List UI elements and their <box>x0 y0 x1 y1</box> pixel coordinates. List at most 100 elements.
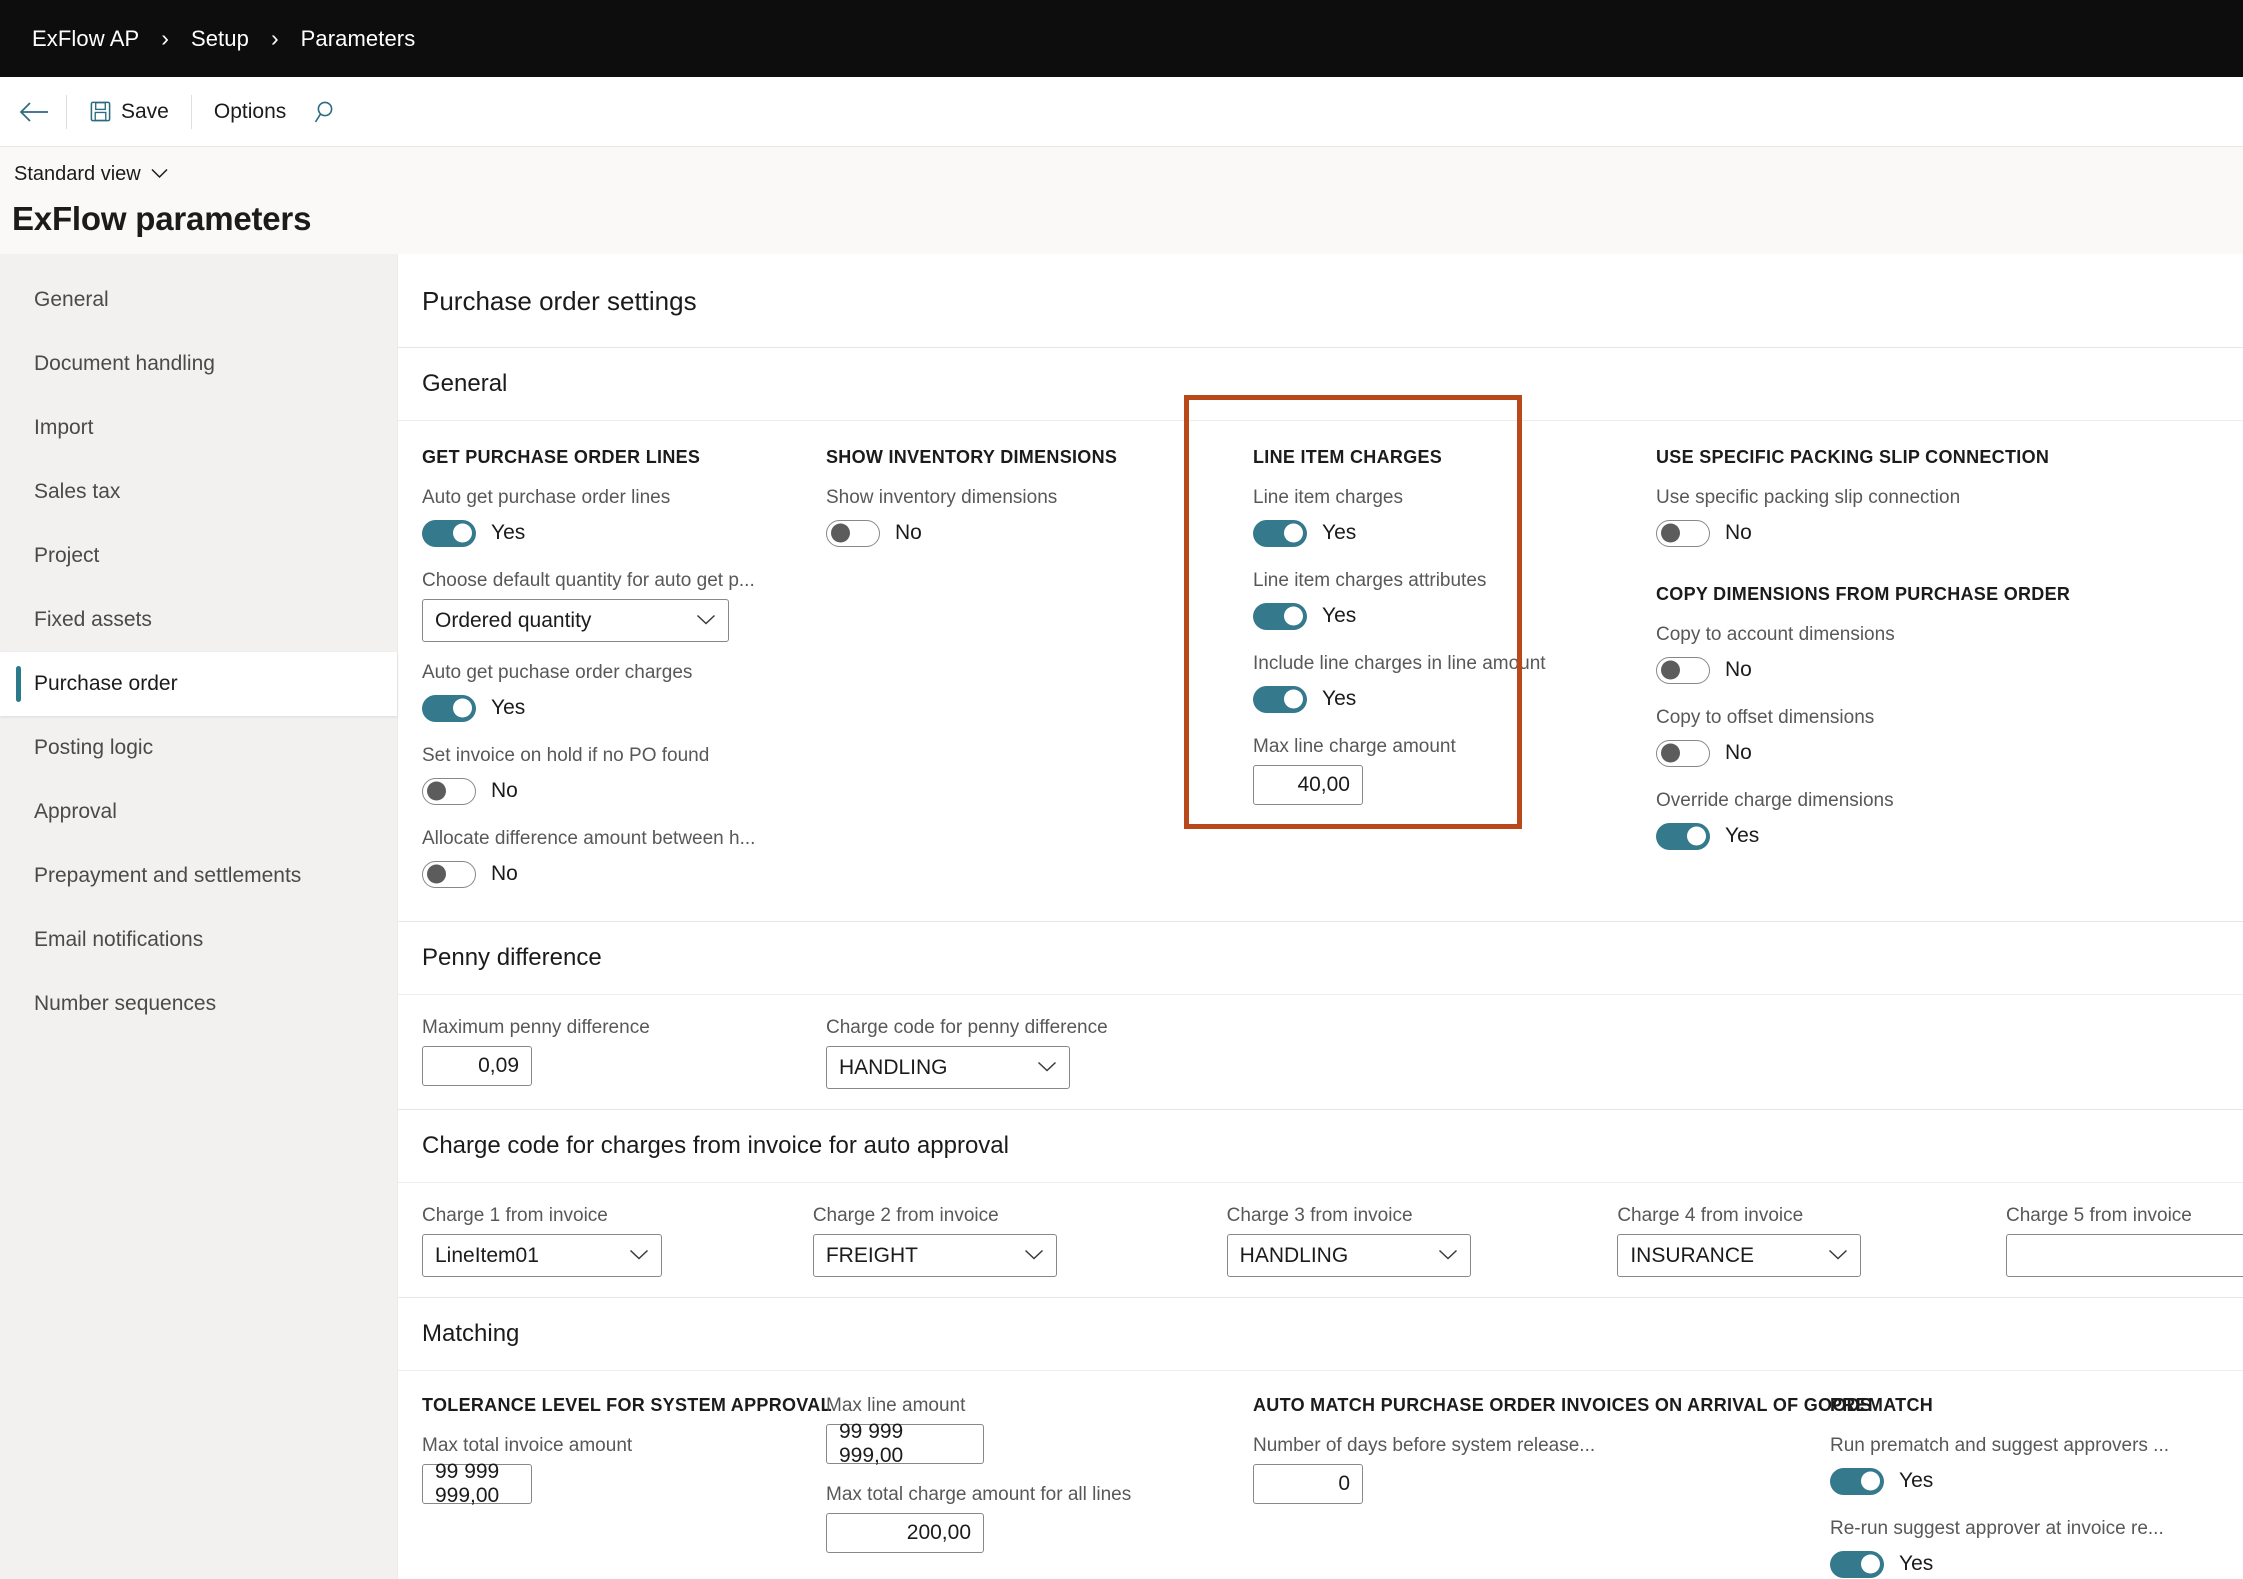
sidebar-item-general[interactable]: General <box>0 268 397 332</box>
breadcrumb-item-setup[interactable]: Setup <box>185 26 255 52</box>
field-charge-5-from-invoice: Charge 5 from invoice <box>1983 1205 2243 1277</box>
sidebar-item-import[interactable]: Import <box>0 396 397 460</box>
back-arrow-icon[interactable] <box>10 90 58 134</box>
breadcrumb-item-exflow-ap[interactable]: ExFlow AP <box>26 26 145 52</box>
section-matching-header[interactable]: Matching <box>398 1298 2243 1371</box>
toggle-knob <box>1687 826 1706 846</box>
input-max-total-charge-amount[interactable]: 200,00 <box>826 1513 984 1553</box>
field-label: Line item charges attributes <box>1253 570 1487 591</box>
toggle-knob <box>427 864 446 884</box>
column-auto-match: AUTO MATCH PURCHASE ORDER INVOICES ON AR… <box>1230 1395 1873 1579</box>
input-maximum-penny-difference[interactable]: 0,09 <box>422 1046 532 1086</box>
save-floppy-icon <box>89 100 112 123</box>
toggle-run-prematch-and-suggest-approvers[interactable] <box>1830 1467 1884 1495</box>
view-selector[interactable]: Standard view <box>10 161 172 188</box>
field-charge-3-from-invoice: Charge 3 from invoice HANDLING <box>1204 1205 1594 1277</box>
select-charge-3-from-invoice[interactable]: HANDLING <box>1226 1234 1471 1277</box>
save-button[interactable]: Save <box>75 90 183 134</box>
chevron-down-icon <box>1438 1248 1458 1264</box>
search-icon[interactable] <box>300 90 354 134</box>
toggle-include-line-charges-in-line-amount[interactable] <box>1253 685 1307 713</box>
input-max-line-amount[interactable]: 99 999 999,00 <box>826 1420 984 1467</box>
section-matching: Matching TOLERANCE LEVEL FOR SYSTEM APPR… <box>398 1297 2243 1579</box>
sidebar-item-number-sequences[interactable]: Number sequences <box>0 972 397 1036</box>
content-title: Purchase order settings <box>422 286 697 316</box>
sidebar-item-document-handling[interactable]: Document handling <box>0 332 397 396</box>
toggle-auto-get-purchase-order-lines[interactable] <box>422 519 476 547</box>
group-header-copy-dimensions: COPY DIMENSIONS FROM PURCHASE ORDER <box>1656 584 2071 604</box>
toggle-show-inventory-dimensions[interactable] <box>826 519 880 547</box>
field-label: Re-run suggest approver at invoice re... <box>1830 1518 2164 1539</box>
field-line-item-charges-attributes: Line item charges attributes Yes <box>1253 570 1632 633</box>
select-charge-1-from-invoice[interactable]: LineItem01 <box>422 1234 662 1277</box>
sidebar-item-sales-tax[interactable]: Sales tax <box>0 460 397 524</box>
select-charge-5-from-invoice[interactable] <box>2006 1234 2243 1277</box>
sidebar-item-purchase-order[interactable]: Purchase order <box>0 652 397 716</box>
sidebar-item-label: General <box>34 288 109 311</box>
column-show-inventory-dimensions: SHOW INVENTORY DIMENSIONS Show inventory… <box>826 447 1230 911</box>
field-auto-get-purchase-order-charges: Auto get puchase order charges Yes <box>422 662 826 725</box>
section-general-header[interactable]: General <box>398 348 2243 421</box>
column-get-purchase-order-lines: GET PURCHASE ORDER LINES Auto get purcha… <box>422 447 826 911</box>
select-value: FREIGHT <box>825 1243 918 1267</box>
field-include-line-charges-in-line-amount: Include line charges in line amount Yes <box>1253 653 1632 716</box>
input-number-of-days-before-system-release[interactable]: 0 <box>1253 1464 1363 1504</box>
input-max-total-invoice-amount[interactable]: 99 999 999,00 <box>422 1460 532 1507</box>
field-label: Line item charges <box>1253 487 1403 508</box>
toggle-line-item-charges[interactable] <box>1253 519 1307 547</box>
page-body: General Document handling Import Sales t… <box>0 254 2243 1579</box>
sidebar-item-approval[interactable]: Approval <box>0 780 397 844</box>
select-value: INSURANCE <box>1630 1243 1754 1267</box>
select-charge-4-from-invoice[interactable]: INSURANCE <box>1617 1234 1862 1277</box>
sidebar-item-posting-logic[interactable]: Posting logic <box>0 716 397 780</box>
toggle-knob <box>1661 660 1680 680</box>
field-use-specific-packing-slip-connection: Use specific packing slip connection No <box>1656 487 2062 550</box>
section-penny-difference-header[interactable]: Penny difference <box>398 922 2243 995</box>
field-label: Copy to offset dimensions <box>1656 707 1875 728</box>
toggle-knob <box>1861 1471 1880 1491</box>
sidebar-item-label: Purchase order <box>34 672 178 695</box>
field-label: Include line charges in line amount <box>1253 653 1546 674</box>
settings-sidebar: General Document handling Import Sales t… <box>0 254 397 1579</box>
field-charge-2-from-invoice: Charge 2 from invoice FREIGHT <box>812 1205 1204 1277</box>
sidebar-item-label: Prepayment and settlements <box>34 864 302 887</box>
toggle-copy-to-offset-dimensions[interactable] <box>1656 739 1710 767</box>
toggle-line-item-charges-attributes[interactable] <box>1253 602 1307 630</box>
toggle-copy-to-account-dimensions[interactable] <box>1656 656 1710 684</box>
toggle-override-charge-dimensions[interactable] <box>1656 822 1710 850</box>
field-auto-get-purchase-order-lines: Auto get purchase order lines Yes <box>422 487 826 550</box>
field-label: Max line amount <box>826 1395 966 1416</box>
select-choose-default-quantity[interactable]: Ordered quantity <box>422 599 729 642</box>
sidebar-item-label: Import <box>34 416 94 439</box>
sidebar-item-prepayment-and-settlements[interactable]: Prepayment and settlements <box>0 844 397 908</box>
select-charge-code-penny-difference[interactable]: HANDLING <box>826 1046 1070 1089</box>
field-label: Charge code for penny difference <box>826 1017 1108 1038</box>
toggle-re-run-suggest-approver[interactable] <box>1830 1550 1884 1578</box>
options-button[interactable]: Options <box>200 90 300 134</box>
field-charge-4-from-invoice: Charge 4 from invoice INSURANCE <box>1593 1205 1983 1277</box>
field-max-line-charge-amount: Max line charge amount 40,00 <box>1253 736 1632 805</box>
field-label: Auto get puchase order charges <box>422 662 693 683</box>
toggle-auto-get-purchase-order-charges[interactable] <box>422 694 476 722</box>
sidebar-item-project[interactable]: Project <box>0 524 397 588</box>
sidebar-item-email-notifications[interactable]: Email notifications <box>0 908 397 972</box>
field-label: Number of days before system release... <box>1253 1435 1596 1456</box>
toggle-use-specific-packing-slip-connection[interactable] <box>1656 519 1710 547</box>
sidebar-item-fixed-assets[interactable]: Fixed assets <box>0 588 397 652</box>
toggle-allocate-difference-amount[interactable] <box>422 860 476 888</box>
toggle-set-invoice-on-hold[interactable] <box>422 777 476 805</box>
field-charge-1-from-invoice: Charge 1 from invoice LineItem01 <box>422 1205 813 1277</box>
group-header: TOLERANCE LEVEL FOR SYSTEM APPROVAL <box>422 1395 832 1415</box>
breadcrumb-item-parameters[interactable]: Parameters <box>295 26 422 52</box>
group-header: AUTO MATCH PURCHASE ORDER INVOICES ON AR… <box>1253 1395 1873 1415</box>
input-max-line-charge-amount[interactable]: 40,00 <box>1253 765 1363 805</box>
field-show-inventory-dimensions: Show inventory dimensions No <box>826 487 1230 550</box>
toggle-value: No <box>895 521 922 544</box>
toggle-value: No <box>1725 521 1752 544</box>
select-charge-2-from-invoice[interactable]: FREIGHT <box>812 1234 1057 1277</box>
group-header: PREMATCH <box>1830 1395 1934 1415</box>
group-header: USE SPECIFIC PACKING SLIP CONNECTION <box>1656 447 2050 467</box>
toggle-value: No <box>491 862 518 885</box>
group-header: SHOW INVENTORY DIMENSIONS <box>826 447 1118 467</box>
section-charge-codes-header[interactable]: Charge code for charges from invoice for… <box>398 1110 2243 1183</box>
